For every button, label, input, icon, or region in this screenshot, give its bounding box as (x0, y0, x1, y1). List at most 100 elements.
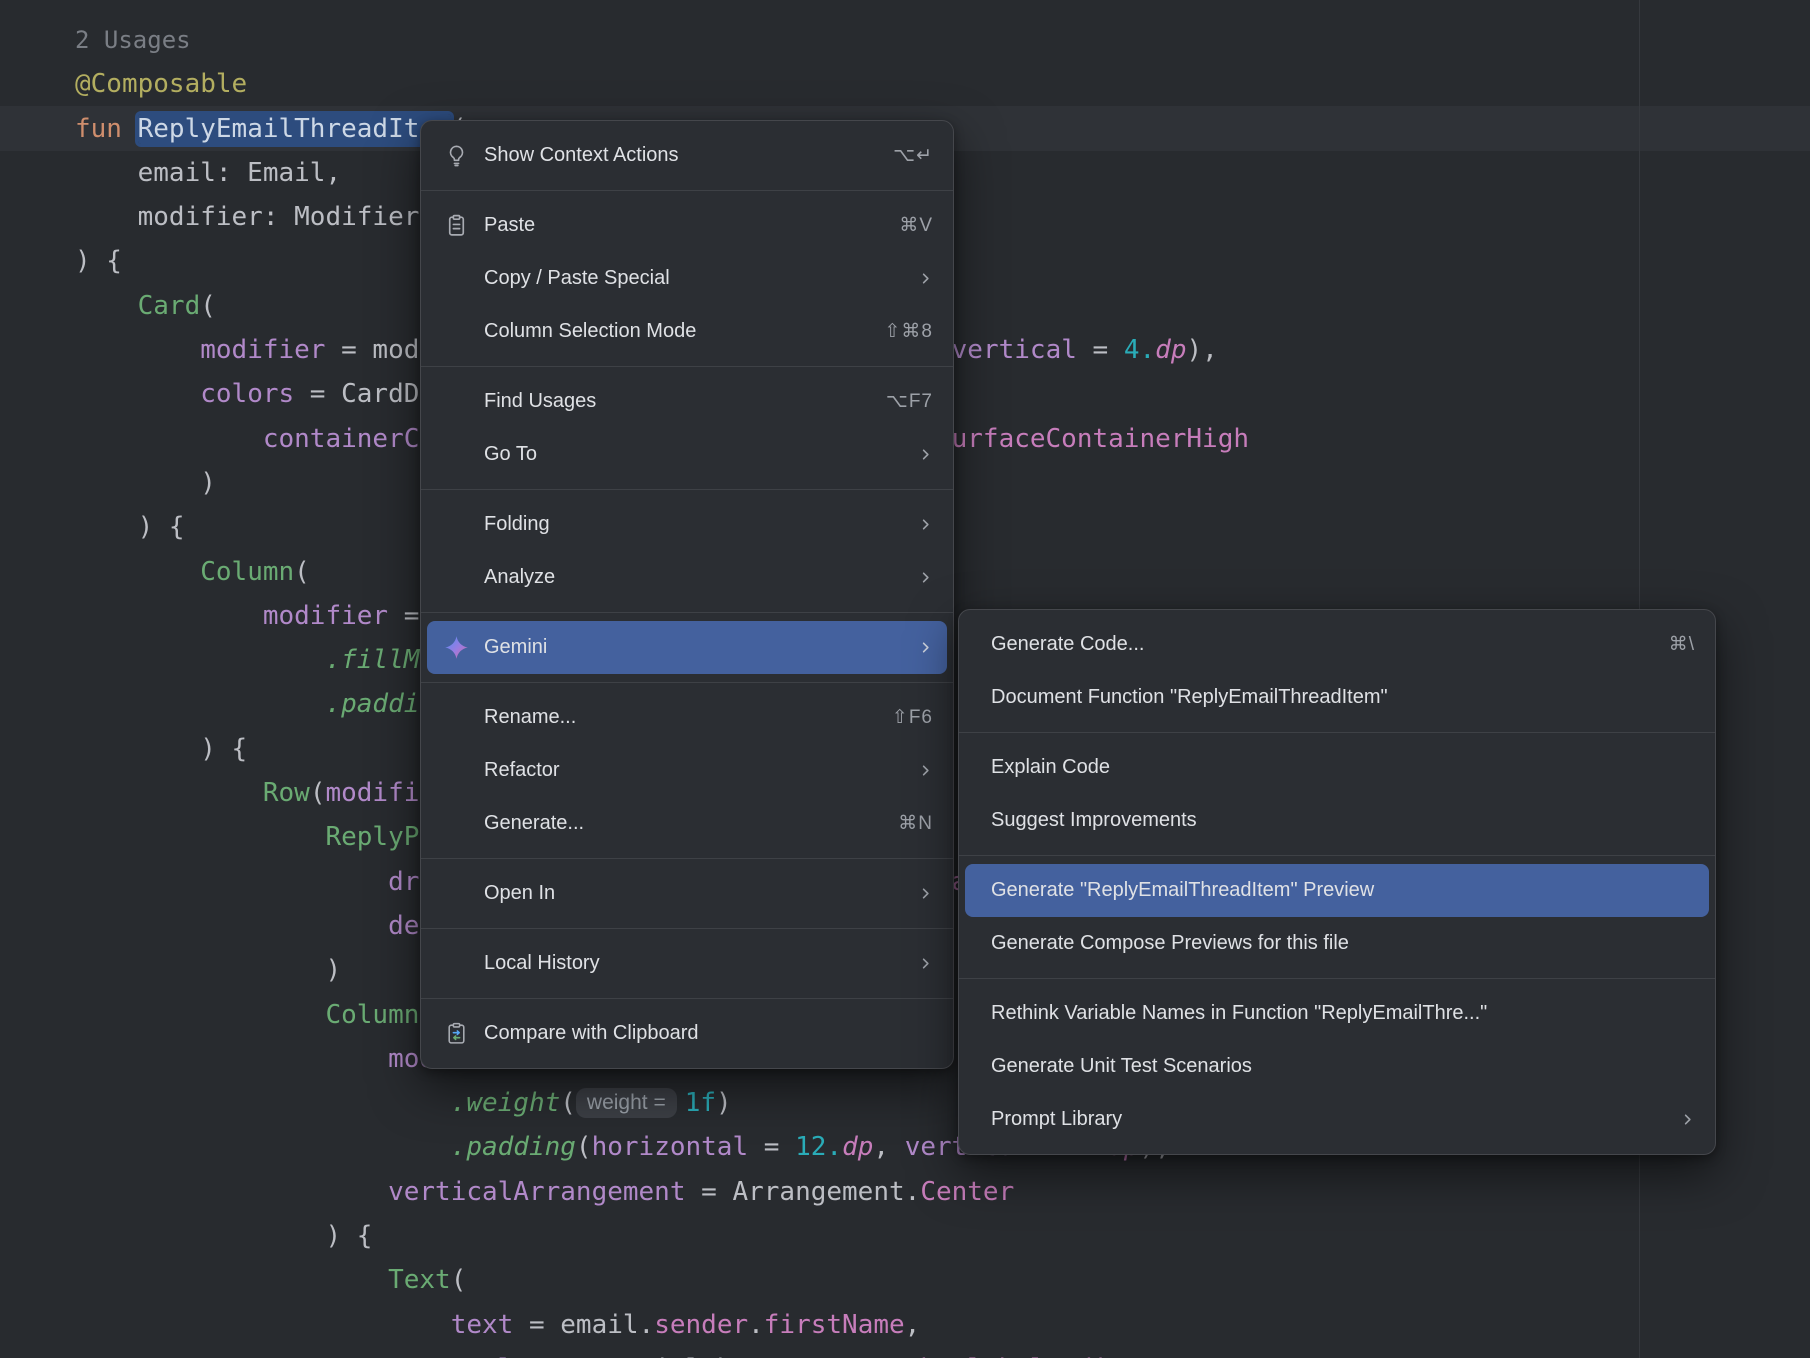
code-line[interactable]: style = MaterialTheme.typography.labelMe… (75, 1347, 1249, 1358)
menu-item-label: Prompt Library (991, 1108, 1122, 1131)
code-token (75, 601, 263, 631)
menu-item-find-usages[interactable]: Find Usages ⌥F7 (427, 375, 947, 428)
menu-separator (959, 732, 1715, 733)
menu-item-label: Generate "ReplyEmailThreadItem" Preview (991, 879, 1374, 902)
menu-item-paste[interactable]: Paste⌘V (427, 199, 947, 252)
menu-item-generate-unit-test-scenarios[interactable]: Generate Unit Test Scenarios (965, 1040, 1709, 1093)
code-token: style (451, 1354, 529, 1358)
menu-item-label: Column Selection Mode (484, 320, 696, 343)
code-line[interactable]: 2 Usages (75, 18, 1249, 62)
menu-separator (421, 612, 953, 613)
menu-item-rethink-variable-names-in-function-replyemailthre[interactable]: Rethink Variable Names in Function "Repl… (965, 987, 1709, 1040)
code-token: surfaceContainerHigh (936, 424, 1249, 454)
menu-item-open-in[interactable]: Open In (427, 867, 947, 920)
menu-item-copy-paste-special[interactable]: Copy / Paste Special (427, 252, 947, 305)
code-token (75, 557, 200, 587)
compare-icon (443, 1020, 470, 1047)
menu-item-prompt-library[interactable]: Prompt Library (965, 1093, 1709, 1146)
code-token: Center (920, 1177, 1014, 1207)
menu-item-label: Analyze (484, 566, 555, 589)
code-token: ) (716, 1088, 732, 1118)
code-line[interactable]: text = email.sender.firstName, (75, 1303, 1249, 1347)
code-token: , (905, 1310, 921, 1340)
menu-item-gemini[interactable]: Gemini (427, 621, 947, 674)
code-token: dp (1155, 335, 1186, 365)
menu-item-document-function-replyemailthreaditem[interactable]: Document Function "ReplyEmailThreadItem" (965, 671, 1709, 724)
code-token (75, 1044, 388, 1074)
code-token: firstName (764, 1310, 905, 1340)
code-line[interactable]: @Composable (75, 62, 1249, 106)
icon-spacer (443, 950, 470, 977)
code-token (75, 689, 325, 719)
menu-item-analyze[interactable]: Analyze (427, 551, 947, 604)
menu-item-generate-compose-previews-for-this-file[interactable]: Generate Compose Previews for this file (965, 917, 1709, 970)
menu-item-label: Generate Unit Test Scenarios (991, 1055, 1252, 1078)
code-token: email: Email, (75, 158, 341, 188)
code-token: .weight (451, 1088, 561, 1118)
menu-item-suggest-improvements[interactable]: Suggest Improvements (965, 794, 1709, 847)
menu-item-label: Gemini (484, 636, 547, 659)
menu-item-label: Suggest Improvements (991, 809, 1197, 832)
editor-context-menu: Show Context Actions⌥↵ Paste⌘VCopy / Past… (420, 120, 954, 1069)
icon-spacer (443, 388, 470, 415)
menu-item-explain-code[interactable]: Explain Code (965, 741, 1709, 794)
code-token: , (873, 1132, 904, 1162)
code-token: modifier (263, 601, 388, 631)
code-token (75, 1265, 388, 1295)
code-token (75, 1088, 451, 1118)
menu-item-generate[interactable]: Generate...⌘N (427, 797, 947, 850)
code-line[interactable]: verticalArrangement = Arrangement.Center (75, 1170, 1249, 1214)
menu-separator (421, 682, 953, 683)
code-token: Text (388, 1265, 451, 1295)
menu-item-label: Generate Code... (991, 633, 1144, 656)
menu-item-show-context-actions[interactable]: Show Context Actions⌥↵ (427, 129, 947, 182)
submenu-chevron-icon (878, 763, 933, 778)
code-token: Card (138, 291, 201, 321)
menu-separator (421, 190, 953, 191)
code-token: labelMedium (967, 1354, 1139, 1358)
code-token: typography (795, 1354, 952, 1358)
code-token: ( (310, 778, 326, 808)
code-line[interactable]: Text( (75, 1258, 1249, 1302)
menu-item-generate-code[interactable]: Generate Code...⌘\ (965, 618, 1709, 671)
menu-item-refactor[interactable]: Refactor (427, 744, 947, 797)
shortcut-hint: ⌘V (859, 214, 933, 237)
menu-item-label: Open In (484, 882, 555, 905)
menu-item-label: Generate... (484, 812, 584, 835)
menu-item-local-history[interactable]: Local History (427, 937, 947, 990)
ide-editor-screen: 2 Usages@Composablefun ReplyEmailThreadI… (0, 0, 1810, 1358)
menu-item-generate-replyemailthreaditem-preview[interactable]: Generate "ReplyEmailThreadItem" Preview (965, 864, 1709, 917)
icon-spacer (443, 704, 470, 731)
code-token: Column (325, 1000, 419, 1030)
submenu-chevron-icon (1640, 1112, 1695, 1127)
code-token: ) { (75, 246, 122, 276)
menu-item-column-selection-mode[interactable]: Column Selection Mode⇧⌘8 (427, 305, 947, 358)
menu-item-label: Rethink Variable Names in Function "Repl… (991, 1002, 1487, 1025)
shortcut-hint: ⌥F7 (846, 390, 933, 413)
inlay-hint-pill: weight = (576, 1088, 677, 1118)
menu-item-label: Show Context Actions (484, 144, 679, 167)
submenu-chevron-icon (878, 447, 933, 462)
code-token: .padding (451, 1132, 576, 1162)
menu-separator (421, 489, 953, 490)
code-token: = (1077, 335, 1124, 365)
icon-spacer (443, 757, 470, 784)
menu-item-rename[interactable]: Rename...⇧F6 (427, 691, 947, 744)
code-token: ) { (75, 1221, 372, 1251)
code-token: fun (75, 114, 138, 144)
code-token: = Arrangement. (686, 1177, 921, 1207)
code-token: vertical (952, 335, 1077, 365)
menu-item-compare-with-clipboard[interactable]: Compare with Clipboard (427, 1007, 947, 1060)
menu-separator (959, 978, 1715, 979)
code-token: text (451, 1310, 514, 1340)
icon-spacer (443, 810, 470, 837)
menu-item-folding[interactable]: Folding (427, 498, 947, 551)
code-token: sender (654, 1310, 748, 1340)
menu-item-label: Find Usages (484, 390, 596, 413)
menu-item-go-to[interactable]: Go To (427, 428, 947, 481)
code-line[interactable]: ) { (75, 1214, 1249, 1258)
menu-item-label: Document Function "ReplyEmailThreadItem" (991, 686, 1388, 709)
code-token: verticalArrangement (388, 1177, 685, 1207)
code-token (75, 1310, 451, 1340)
code-token: = MaterialTheme. (529, 1354, 795, 1358)
